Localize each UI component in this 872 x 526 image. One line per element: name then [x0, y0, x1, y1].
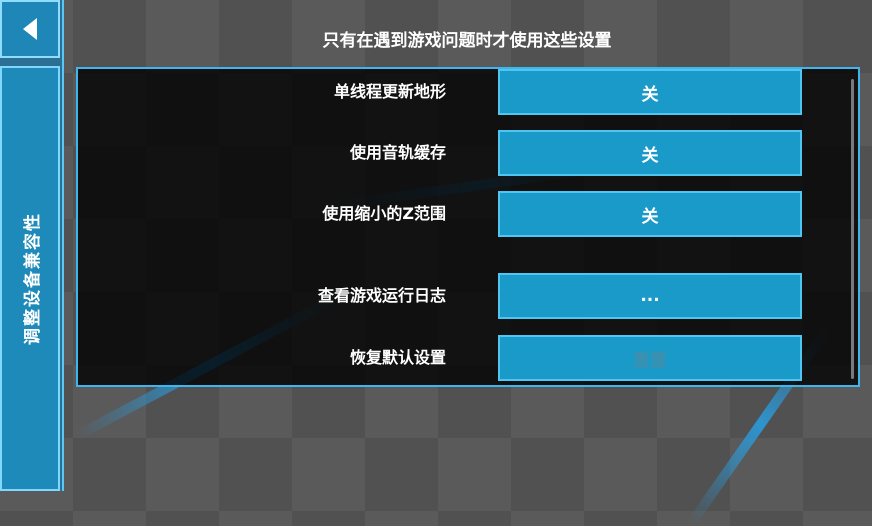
- reset-button[interactable]: 重置: [498, 335, 802, 381]
- setting-row-restore-defaults: 恢复默认设置 重置: [78, 335, 858, 381]
- setting-row-reduced-z-range: 使用缩小的Z范围 关: [78, 191, 858, 237]
- scrollbar[interactable]: [851, 79, 854, 379]
- sidebar-tab-label: 调整设备兼容性: [22, 212, 43, 345]
- audio-track-cache-toggle[interactable]: 关: [498, 130, 802, 176]
- sidebar-tab-device-compatibility[interactable]: 调整设备兼容性: [0, 66, 60, 491]
- setting-label: 查看游戏运行日志: [317, 286, 446, 305]
- setting-label: 恢复默认设置: [349, 348, 446, 367]
- back-button[interactable]: [0, 0, 60, 58]
- setting-label: 使用音轨缓存: [349, 143, 446, 162]
- setting-label: 使用缩小的Z范围: [322, 204, 446, 223]
- settings-panel: 单线程更新地形 关 使用音轨缓存 关 使用缩小的Z范围 关 查看游戏运行日志 .…: [76, 67, 860, 387]
- setting-label: 单线程更新地形: [333, 82, 446, 101]
- setting-row-single-thread-terrain: 单线程更新地形 关: [78, 69, 858, 115]
- setting-row-audio-track-cache: 使用音轨缓存 关: [78, 130, 858, 176]
- view-game-log-button[interactable]: ...: [498, 273, 802, 319]
- reduced-z-range-toggle[interactable]: 关: [498, 191, 802, 237]
- back-arrow-icon: [23, 18, 37, 40]
- page-title: 只有在遇到游戏问题时才使用这些设置: [322, 31, 612, 51]
- single-thread-terrain-toggle[interactable]: 关: [498, 69, 802, 115]
- setting-row-game-log: 查看游戏运行日志 ...: [78, 273, 858, 319]
